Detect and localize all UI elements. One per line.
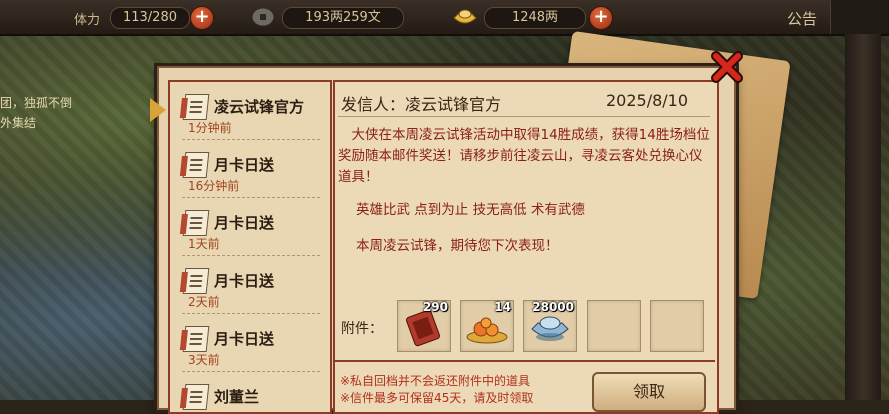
attachment-slot[interactable]: 14 bbox=[460, 300, 514, 352]
mail-title: 凌云试锋官方 bbox=[214, 98, 305, 116]
mail-list-item[interactable]: 月卡日送 1天前 bbox=[174, 202, 324, 256]
mail-closing: 本周凌云试锋，期待您下次表现！ bbox=[356, 238, 559, 254]
mail-list-item[interactable]: 月卡日送 2天前 bbox=[174, 260, 324, 314]
divider bbox=[338, 116, 710, 117]
letter-icon bbox=[182, 94, 210, 120]
add-gold-button[interactable]: + bbox=[589, 6, 613, 30]
note-expiry: ※信件最多可保留45天，请及时领取 bbox=[340, 391, 534, 405]
mail-list-item[interactable]: 刘董兰 bbox=[174, 376, 324, 412]
mail-motto: 英雄比武 点到为止 技无高低 术有武德 bbox=[356, 202, 585, 218]
mail-title: 月卡日送 bbox=[214, 214, 275, 232]
corner-ornament bbox=[830, 0, 889, 34]
background-text-line2: 外集结 bbox=[0, 116, 37, 130]
attachment-slot-empty bbox=[650, 300, 704, 352]
gold-value: 1248两 bbox=[484, 7, 586, 29]
mail-list-item[interactable]: 月卡日送 3天前 bbox=[174, 318, 324, 372]
attachment-label: 附件： bbox=[341, 321, 383, 337]
letter-icon bbox=[182, 268, 210, 294]
mail-date: 2025/8/10 bbox=[606, 91, 689, 110]
mail-time: 1天前 bbox=[188, 237, 220, 251]
stamina-label: 体力 bbox=[74, 13, 101, 28]
letter-icon bbox=[182, 210, 210, 236]
mail-title: 月卡日送 bbox=[214, 156, 275, 174]
attachment-slot-empty bbox=[587, 300, 641, 352]
mail-time: 2天前 bbox=[188, 295, 220, 309]
mail-list-item[interactable]: 凌云试锋官方 1分钟前 bbox=[174, 86, 324, 140]
stamina-value: 113/280 bbox=[110, 7, 190, 29]
mail-time: 16分钟前 bbox=[188, 179, 240, 193]
mail-list-item[interactable]: 月卡日送 16分钟前 bbox=[174, 144, 324, 198]
mail-time: 3天前 bbox=[188, 353, 220, 367]
mail-time: 1分钟前 bbox=[188, 121, 232, 135]
copper-coin-icon bbox=[251, 7, 275, 27]
mail-title: 月卡日送 bbox=[214, 330, 275, 348]
mail-body: 大侠在本周凌云试锋活动中取得14胜成绩，获得14胜场档位奖励随本邮件奖送！请移步… bbox=[338, 125, 710, 188]
attachment-slot[interactable]: 290 bbox=[397, 300, 451, 352]
sender-label: 发信人：凌云试锋官方 bbox=[341, 95, 502, 114]
top-resource-bar: 体力 113/280 + 193两259文 1248两 + 公告 bbox=[0, 0, 889, 36]
notice-button[interactable]: 公告 bbox=[787, 8, 817, 29]
attachment-qty: 28000 bbox=[532, 300, 574, 314]
copper-value: 193两259文 bbox=[282, 7, 404, 29]
add-stamina-button[interactable]: + bbox=[190, 6, 214, 30]
close-icon[interactable] bbox=[708, 48, 746, 86]
selected-mail-arrow-icon bbox=[150, 98, 166, 122]
mail-title: 月卡日送 bbox=[214, 272, 275, 290]
background-text-line1: 团，独孤不倒 bbox=[0, 96, 73, 110]
note-rollback: ※私自回档并不会返还附件中的道具 bbox=[340, 374, 531, 388]
letter-icon bbox=[182, 384, 210, 410]
attachment-qty: 14 bbox=[494, 300, 511, 314]
wooden-post bbox=[845, 34, 881, 400]
letter-icon bbox=[182, 152, 210, 178]
attachment-slot[interactable]: 28000 bbox=[523, 300, 577, 352]
attachment-qty: 290 bbox=[422, 300, 448, 314]
claim-button[interactable]: 领取 bbox=[592, 372, 706, 412]
mail-title: 刘董兰 bbox=[214, 388, 260, 406]
gold-ingot-icon bbox=[453, 9, 477, 24]
mail-body-text: 大侠在本周凌云试锋活动中取得14胜成绩，获得14胜场档位奖励随本邮件奖送！请移步… bbox=[338, 127, 710, 185]
mail-list: 凌云试锋官方 1分钟前 月卡日送 16分钟前 月卡日送 1天前 月卡日送 2天前… bbox=[168, 80, 332, 414]
letter-icon bbox=[182, 326, 210, 352]
